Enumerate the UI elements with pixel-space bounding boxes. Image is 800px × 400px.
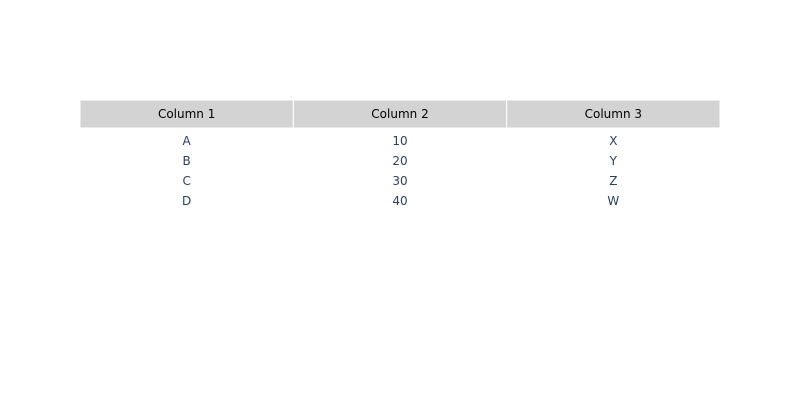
- table-cell-r1-c3: X: [609, 134, 617, 148]
- table-cell-r4-c3: W: [607, 194, 619, 208]
- table-cell-r2-c3: Y: [609, 154, 618, 168]
- table-cell-r4-c2: 40: [392, 194, 407, 208]
- table-figure: Column 1 Column 2 Column 3 A 10 X B 20 Y C 30 Z D 40 W: [0, 0, 800, 400]
- table-chart: Column 1 Column 2 Column 3 A 10 X B 20 Y C 30 Z D 40 W: [79, 99, 721, 208]
- table-cell-r2-c1: B: [183, 154, 191, 168]
- table-cell-r3-c3: Z: [609, 174, 617, 188]
- table-cell-r2-c2: 20: [392, 154, 407, 168]
- table-cell-r1-c2: 10: [392, 134, 407, 148]
- header-label-2: Column 2: [371, 107, 428, 121]
- header-label-3: Column 3: [585, 107, 642, 121]
- table-cell-r3-c1: C: [182, 174, 190, 188]
- table-cell-r4-c1: D: [182, 194, 191, 208]
- table-cell-r1-c1: A: [183, 134, 192, 148]
- table-cell-r3-c2: 30: [392, 174, 407, 188]
- header-label-1: Column 1: [158, 107, 215, 121]
